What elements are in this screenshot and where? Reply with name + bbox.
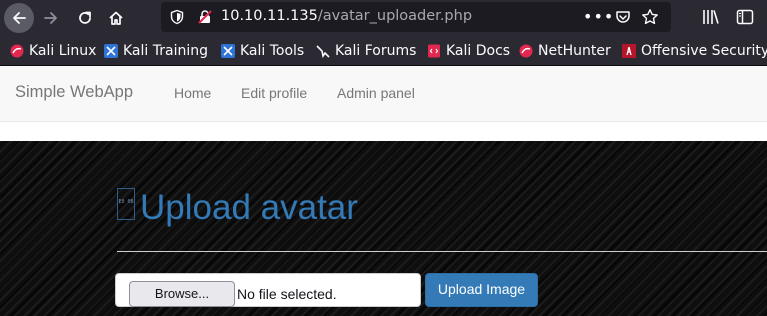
library-icon[interactable] bbox=[702, 8, 720, 26]
bookmark-label: Offensive Security bbox=[641, 43, 767, 59]
browser-toolbar: 10.10.11.135/avatar_uploader.php ••• bbox=[0, 0, 767, 36]
upload-image-button[interactable]: Upload Image bbox=[425, 273, 538, 307]
kali-tools-icon bbox=[221, 44, 235, 58]
browse-button[interactable]: Browse... bbox=[129, 281, 235, 307]
page-title: Upload avatar bbox=[140, 188, 358, 227]
bookmark-nethunter[interactable]: NetHunter bbox=[519, 42, 611, 60]
page-spacer bbox=[0, 122, 767, 141]
nav-link-edit-profile[interactable]: Edit profile bbox=[241, 85, 307, 101]
url-text[interactable]: 10.10.11.135/avatar_uploader.php bbox=[221, 8, 472, 24]
bookmark-kali-training[interactable]: Kali Training bbox=[104, 42, 208, 60]
bookmark-label: Kali Forums bbox=[335, 43, 417, 59]
page-actions-more-icon[interactable]: ••• bbox=[583, 7, 614, 26]
home-icon bbox=[109, 11, 123, 25]
tracking-shield-icon[interactable] bbox=[169, 9, 185, 25]
url-bar[interactable]: 10.10.11.135/avatar_uploader.php ••• bbox=[161, 2, 671, 32]
url-path: /avatar_uploader.php bbox=[317, 8, 473, 24]
bookmark-kali-forums[interactable]: Kali Forums bbox=[316, 42, 416, 60]
back-arrow-icon bbox=[4, 3, 34, 33]
nav-link-home[interactable]: Home bbox=[174, 85, 211, 101]
bookmark-kali-docs[interactable]: Kali Docs bbox=[427, 42, 510, 60]
bookmarks-toolbar: Kali Linux Kali Training Kali Tools Kali… bbox=[0, 36, 767, 66]
kali-training-icon bbox=[104, 44, 118, 58]
back-button[interactable] bbox=[4, 3, 34, 33]
reload-button[interactable] bbox=[70, 3, 100, 33]
broken-image-icon: E0 0B bbox=[117, 188, 135, 220]
bookmark-offensive-security[interactable]: Offensive Security bbox=[622, 42, 767, 60]
url-host: 10.10.11.135 bbox=[221, 8, 318, 24]
bookmark-label: Kali Linux bbox=[29, 43, 97, 59]
file-status-text: No file selected. bbox=[237, 286, 337, 302]
bookmark-label: Kali Training bbox=[123, 43, 208, 59]
forward-arrow-icon bbox=[44, 12, 57, 24]
bookmark-label: Kali Tools bbox=[240, 43, 305, 59]
bookmark-kali-tools[interactable]: Kali Tools bbox=[221, 42, 304, 60]
insecure-lock-icon[interactable] bbox=[197, 9, 213, 25]
kali-docs-icon bbox=[427, 44, 441, 58]
kali-forums-icon bbox=[316, 44, 330, 59]
home-button[interactable] bbox=[101, 3, 131, 33]
file-input[interactable]: Browse... No file selected. bbox=[115, 273, 421, 307]
forward-button[interactable] bbox=[36, 3, 66, 33]
bookmark-star-icon[interactable] bbox=[641, 8, 659, 26]
offsec-icon bbox=[622, 44, 636, 58]
reload-icon bbox=[79, 11, 91, 24]
nav-link-admin-panel[interactable]: Admin panel bbox=[337, 85, 415, 101]
site-brand[interactable]: Simple WebApp bbox=[15, 83, 133, 102]
nethunter-icon bbox=[519, 44, 533, 58]
divider bbox=[117, 251, 767, 252]
bookmark-kali-linux[interactable]: Kali Linux bbox=[10, 42, 96, 60]
site-navbar: Simple WebApp Home Edit profile Admin pa… bbox=[0, 66, 767, 122]
pocket-icon[interactable] bbox=[615, 9, 631, 25]
kali-linux-icon bbox=[10, 44, 24, 58]
bookmark-label: Kali Docs bbox=[446, 43, 511, 59]
bookmark-label: NetHunter bbox=[538, 43, 611, 59]
sidebar-icon[interactable] bbox=[736, 8, 754, 26]
